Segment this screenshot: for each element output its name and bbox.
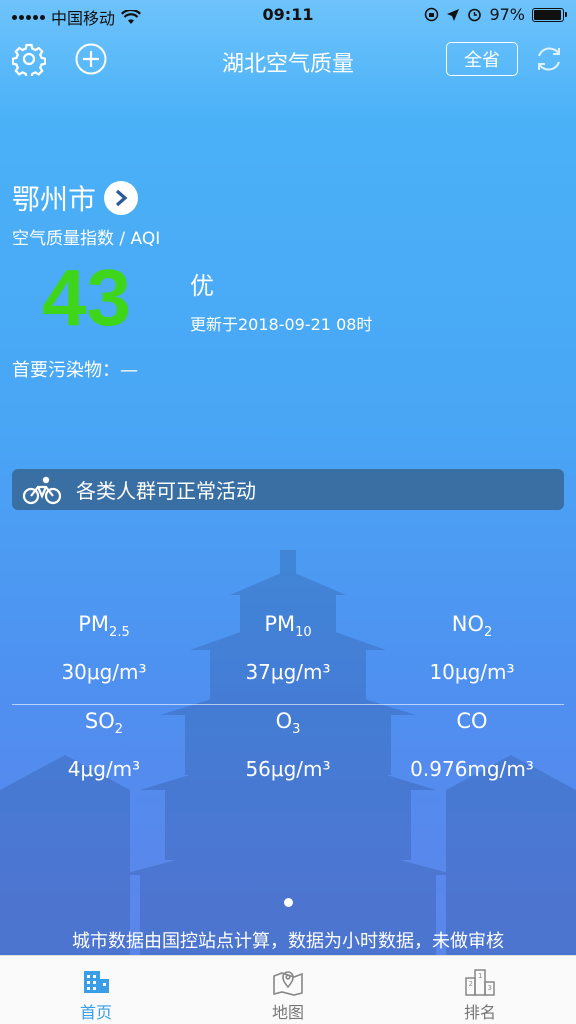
primary-pollutant: 首要污染物：— [12, 360, 138, 381]
svg-text:1: 1 [478, 972, 482, 980]
aqi-level: 优 [190, 272, 214, 300]
city-selector[interactable]: 鄂州市 [12, 178, 139, 218]
svg-text:2: 2 [469, 980, 473, 988]
pollutant-label: O3 [275, 709, 301, 738]
health-advice-text: 各类人群可正常活动 [76, 479, 256, 503]
pollutant-o3: O3 56μg/m³ [196, 705, 380, 801]
pollutant-label: SO2 [84, 709, 124, 738]
refresh-icon[interactable] [530, 40, 568, 78]
tab-ranking[interactable]: 1 2 3 排名 [384, 956, 576, 1024]
nav-bar: 湖北空气质量 全省 [0, 30, 576, 88]
pollutant-grid: PM2.5 30μg/m³ PM10 37μg/m³ NO2 10μg/m³ S… [12, 608, 564, 801]
pollutant-label: PM2.5 [78, 612, 130, 641]
pollutant-value: 10μg/m³ [429, 660, 515, 684]
data-footnote: 城市数据由国控站点计算，数据为小时数据，未做审核 [72, 931, 504, 952]
tab-label[interactable]: 排名 [464, 999, 496, 1023]
pollutant-co: CO 0.976mg/m³ [380, 705, 564, 801]
status-right: 97% [424, 5, 567, 24]
pollutant-value: 4μg/m³ [67, 757, 141, 781]
battery-percent: 97% [489, 5, 525, 24]
battery-icon [532, 7, 567, 22]
aqi-value: 43 [42, 253, 131, 342]
pollutant-value: 37μg/m³ [245, 660, 331, 684]
page-indicator-dot[interactable] [284, 898, 293, 907]
province-button[interactable]: 全省 [446, 42, 518, 76]
tab-label[interactable]: 地图 [272, 999, 304, 1023]
pollutant-value: 0.976mg/m³ [410, 757, 534, 781]
svg-text:3: 3 [488, 984, 492, 992]
pollutant-label: PM10 [264, 612, 312, 641]
podium-icon[interactable]: 1 2 3 [464, 966, 496, 996]
aqi-label: 空气质量指数 / AQI [12, 229, 161, 249]
pollutant-label: NO2 [451, 612, 493, 641]
pollutant-label: CO [456, 709, 488, 733]
update-time: 更新于2018-09-21 08时 [190, 315, 373, 334]
tab-map[interactable]: 地图 [192, 956, 384, 1024]
tab-label[interactable]: 首页 [80, 999, 112, 1023]
pollutant-so2: SO2 4μg/m³ [12, 705, 196, 801]
alarm-icon [468, 8, 482, 22]
health-advice-bar: 各类人群可正常活动 [12, 469, 564, 510]
chevron-right-icon[interactable] [104, 181, 139, 215]
status-bar: 中国移动 09:11 97% [0, 0, 576, 30]
pollutant-pm10: PM10 37μg/m³ [196, 608, 380, 704]
city-name[interactable]: 鄂州市 [12, 178, 96, 218]
tab-home[interactable]: 首页 [0, 956, 192, 1024]
rotation-lock-icon [425, 7, 439, 22]
pollutant-row: SO2 4μg/m³ O3 56μg/m³ CO 0.976mg/m³ [12, 705, 564, 801]
pollutant-value: 30μg/m³ [61, 660, 147, 684]
pollutant-value: 56μg/m³ [245, 757, 331, 781]
building-icon[interactable] [80, 966, 112, 996]
bicycle-icon [22, 475, 62, 505]
tab-bar: 首页 地图 1 2 3 排名 [0, 955, 576, 1024]
pollutant-no2: NO2 10μg/m³ [380, 608, 564, 704]
location-icon [447, 8, 460, 21]
pollutant-pm25: PM2.5 30μg/m³ [12, 608, 196, 704]
map-icon[interactable] [272, 966, 304, 996]
pollutant-row: PM2.5 30μg/m³ PM10 37μg/m³ NO2 10μg/m³ [12, 608, 564, 704]
